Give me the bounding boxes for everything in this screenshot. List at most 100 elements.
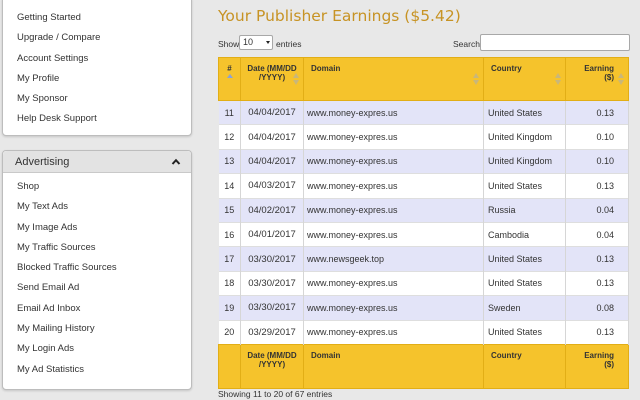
col-header-earning-label: Earning ($) xyxy=(584,64,614,82)
cell-country: United States xyxy=(483,100,566,125)
menu-item-upgrade-compare[interactable]: Upgrade / Compare xyxy=(3,28,191,48)
cell-date: 03/30/2017 xyxy=(240,295,304,321)
menu-item-account-settings[interactable]: Account Settings xyxy=(3,49,191,69)
menu-item-blocked-traffic-sources[interactable]: Blocked Traffic Sources xyxy=(3,258,191,278)
cell-num: 20 xyxy=(218,320,241,345)
menu-item-my-traffic-sources[interactable]: My Traffic Sources xyxy=(3,238,191,258)
col-header-num-label: # xyxy=(227,64,232,73)
table-row: 13 04/04/2017 www.money-expres.us United… xyxy=(218,149,629,174)
menu-item-send-email-ad[interactable]: Send Email Ad xyxy=(3,278,191,298)
table-row: 16 04/01/2017 www.money-expres.us Cambod… xyxy=(218,222,629,247)
cell-earning: 0.04 xyxy=(565,198,629,223)
table-info: Showing 11 to 20 of 67 entries xyxy=(218,389,333,399)
cell-earning: 0.13 xyxy=(565,173,629,199)
advertising-menu-panel: Advertising Shop My Text Ads My Image Ad… xyxy=(2,150,192,390)
cell-date: 04/04/2017 xyxy=(240,100,304,125)
cell-country: Cambodia xyxy=(483,222,566,247)
footer-num xyxy=(218,343,241,389)
menu-item-my-ad-statistics[interactable]: My Ad Statistics xyxy=(3,360,191,380)
menu-item-my-login-ads[interactable]: My Login Ads xyxy=(3,339,191,359)
show-label: Show xyxy=(218,39,240,49)
menu-item-email-ad-inbox[interactable]: Email Ad Inbox xyxy=(3,299,191,319)
search-input[interactable] xyxy=(480,34,630,51)
cell-date: 04/04/2017 xyxy=(240,149,304,174)
cell-num: 13 xyxy=(218,149,241,174)
cell-domain: www.money-expres.us xyxy=(303,295,484,321)
col-header-date[interactable]: Date (MM/DD /YYYY) xyxy=(240,57,304,101)
cell-date: 04/02/2017 xyxy=(240,198,304,223)
page-length-select[interactable]: 10 xyxy=(239,35,273,50)
menu-item-getting-started[interactable]: Getting Started xyxy=(3,8,191,28)
cell-country: United States xyxy=(483,271,566,296)
cell-date: 03/30/2017 xyxy=(240,271,304,296)
sort-asc-icon xyxy=(227,74,233,78)
cell-domain: www.money-expres.us xyxy=(303,198,484,223)
cell-num: 18 xyxy=(218,271,241,296)
menu-item-my-image-ads[interactable]: My Image Ads xyxy=(3,218,191,238)
cell-earning: 0.08 xyxy=(565,295,629,321)
table-footer-row: Date (MM/DD /YYYY) Domain Country Earnin… xyxy=(218,343,629,389)
col-header-earning[interactable]: Earning ($) xyxy=(565,57,629,101)
cell-earning: 0.10 xyxy=(565,124,629,150)
table-row: 20 03/29/2017 www.money-expres.us United… xyxy=(218,320,629,345)
sort-both-icon xyxy=(293,73,299,85)
table-controls: Show 10 entries Search: xyxy=(218,34,630,52)
table-row: 12 04/04/2017 www.money-expres.us United… xyxy=(218,124,629,150)
search-label: Search: xyxy=(453,39,483,49)
table-row: 14 04/03/2017 www.money-expres.us United… xyxy=(218,173,629,199)
dropdown-arrow-icon xyxy=(266,41,270,44)
footer-country: Country xyxy=(483,343,566,389)
cell-domain: www.money-expres.us xyxy=(303,222,484,247)
entries-label: entries xyxy=(276,39,302,49)
cell-country: United States xyxy=(483,246,566,272)
cell-domain: www.money-expres.us xyxy=(303,124,484,150)
cell-date: 03/30/2017 xyxy=(240,246,304,272)
cell-num: 11 xyxy=(218,100,241,125)
advertising-panel-title: Advertising xyxy=(15,155,70,168)
table-row: 17 03/30/2017 www.newsgeek.top United St… xyxy=(218,246,629,272)
sort-both-icon xyxy=(618,73,624,85)
cell-earning: 0.13 xyxy=(565,271,629,296)
page-title: Your Publisher Earnings ($5.42) xyxy=(218,7,461,25)
footer-earning: Earning ($) xyxy=(565,343,629,389)
cell-num: 14 xyxy=(218,173,241,199)
cell-date: 04/03/2017 xyxy=(240,173,304,199)
col-header-date-label: Date (MM/DD /YYYY) xyxy=(247,64,297,82)
cell-domain: www.newsgeek.top xyxy=(303,246,484,272)
cell-domain: www.money-expres.us xyxy=(303,149,484,174)
menu-item-my-mailing-history[interactable]: My Mailing History xyxy=(3,319,191,339)
cell-country: United States xyxy=(483,320,566,345)
menu-item-my-sponsor[interactable]: My Sponsor xyxy=(3,89,191,109)
table-row: 15 04/02/2017 www.money-expres.us Russia… xyxy=(218,198,629,223)
cell-date: 04/04/2017 xyxy=(240,124,304,150)
cell-num: 12 xyxy=(218,124,241,150)
cell-country: Russia xyxy=(483,198,566,223)
cell-date: 03/29/2017 xyxy=(240,320,304,345)
footer-domain: Domain xyxy=(303,343,484,389)
cell-earning: 0.13 xyxy=(565,100,629,125)
cell-domain: www.money-expres.us xyxy=(303,320,484,345)
cell-country: United Kingdom xyxy=(483,149,566,174)
menu-item-help-desk-support[interactable]: Help Desk Support xyxy=(3,109,191,129)
cell-num: 19 xyxy=(218,295,241,321)
menu-item-shop[interactable]: Shop xyxy=(3,177,191,197)
menu-item-my-profile[interactable]: My Profile xyxy=(3,69,191,89)
advertising-panel-header[interactable]: Advertising xyxy=(3,151,191,173)
chevron-up-icon[interactable] xyxy=(171,157,181,167)
cell-country: United States xyxy=(483,173,566,199)
sort-both-icon xyxy=(555,73,561,85)
cell-earning: 0.13 xyxy=(565,246,629,272)
table-row: 11 04/04/2017 www.money-expres.us United… xyxy=(218,100,629,125)
earnings-table: # Date (MM/DD /YYYY) Domain Country Earn… xyxy=(218,57,629,389)
table-row: 18 03/30/2017 www.money-expres.us United… xyxy=(218,271,629,296)
cell-domain: www.money-expres.us xyxy=(303,271,484,296)
earnings-table-wrapper: # Date (MM/DD /YYYY) Domain Country Earn… xyxy=(218,57,629,389)
col-header-domain[interactable]: Domain xyxy=(303,57,484,101)
cell-country: Sweden xyxy=(483,295,566,321)
menu-item-my-text-ads[interactable]: My Text Ads xyxy=(3,197,191,217)
col-header-num[interactable]: # xyxy=(218,57,241,101)
col-header-country[interactable]: Country xyxy=(483,57,566,101)
table-row: 19 03/30/2017 www.money-expres.us Sweden… xyxy=(218,295,629,321)
advertising-menu-list: Shop My Text Ads My Image Ads My Traffic… xyxy=(3,173,191,380)
table-header-row: # Date (MM/DD /YYYY) Domain Country Earn… xyxy=(218,57,629,101)
